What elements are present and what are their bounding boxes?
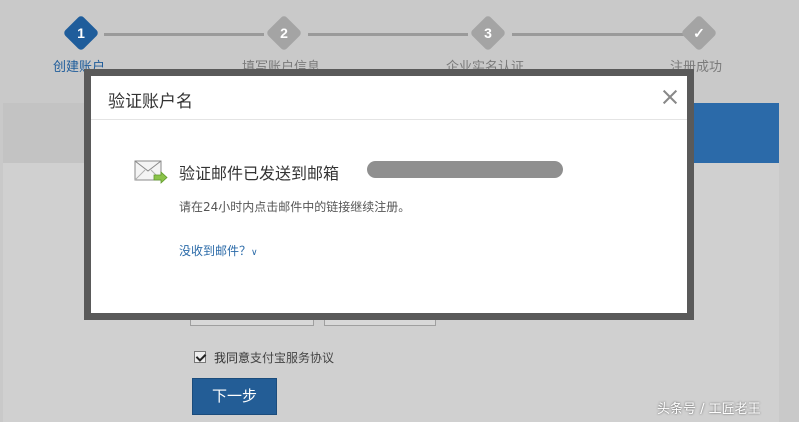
no-email-received-link[interactable]: 没收到邮件？∨ — [179, 242, 258, 259]
step-3-number: 3 — [484, 25, 492, 41]
next-step-button[interactable]: 下一步 — [192, 378, 277, 415]
panel-header-tab — [689, 103, 779, 163]
agree-label: 我同意 — [214, 350, 251, 365]
checkmark-icon: ✓ — [693, 25, 705, 41]
no-email-received-label: 没收到邮件？ — [179, 244, 252, 258]
watermark: 头条号 / 工匠老王 — [657, 402, 761, 417]
step-3-marker: 3 — [469, 14, 507, 52]
agreement-row: 我同意 支付宝服务协议 — [194, 348, 334, 366]
chevron-down-icon: ∨ — [251, 248, 258, 258]
step-1-number: 1 — [77, 25, 85, 41]
service-agreement-link[interactable]: 支付宝服务协议 — [250, 349, 334, 366]
step-1-marker: 1 — [62, 14, 100, 52]
step-2-marker: 2 — [265, 14, 303, 52]
email-sent-message: 验证邮件已发送到邮箱 — [179, 164, 340, 183]
step-progress: 1 2 3 ✓ 创建账户 填写账户信息 企业实名认证 注册成功 — [0, 0, 799, 80]
dialog-title: 验证账户名 — [108, 92, 193, 112]
verify-instruction: 请在24小时内点击邮件中的链接继续注册。 — [179, 200, 411, 214]
verify-account-dialog: 验证账户名 验证邮件已发送到邮箱 请在24小时内点击邮件中的链接继续注册。 没收… — [91, 76, 687, 313]
dialog-frame: 验证账户名 验证邮件已发送到邮箱 请在24小时内点击邮件中的链接继续注册。 没收… — [84, 69, 694, 320]
step-connector — [512, 33, 684, 36]
envelope-arrow-icon — [134, 160, 168, 184]
dialog-header: 验证账户名 — [91, 76, 687, 120]
step-connector — [308, 33, 468, 36]
step-4-marker: ✓ — [680, 14, 718, 52]
close-icon[interactable] — [661, 88, 679, 106]
redacted-email-address — [367, 161, 563, 178]
agree-checkbox[interactable] — [194, 351, 206, 363]
step-connector — [104, 33, 264, 36]
step-2-number: 2 — [280, 25, 288, 41]
